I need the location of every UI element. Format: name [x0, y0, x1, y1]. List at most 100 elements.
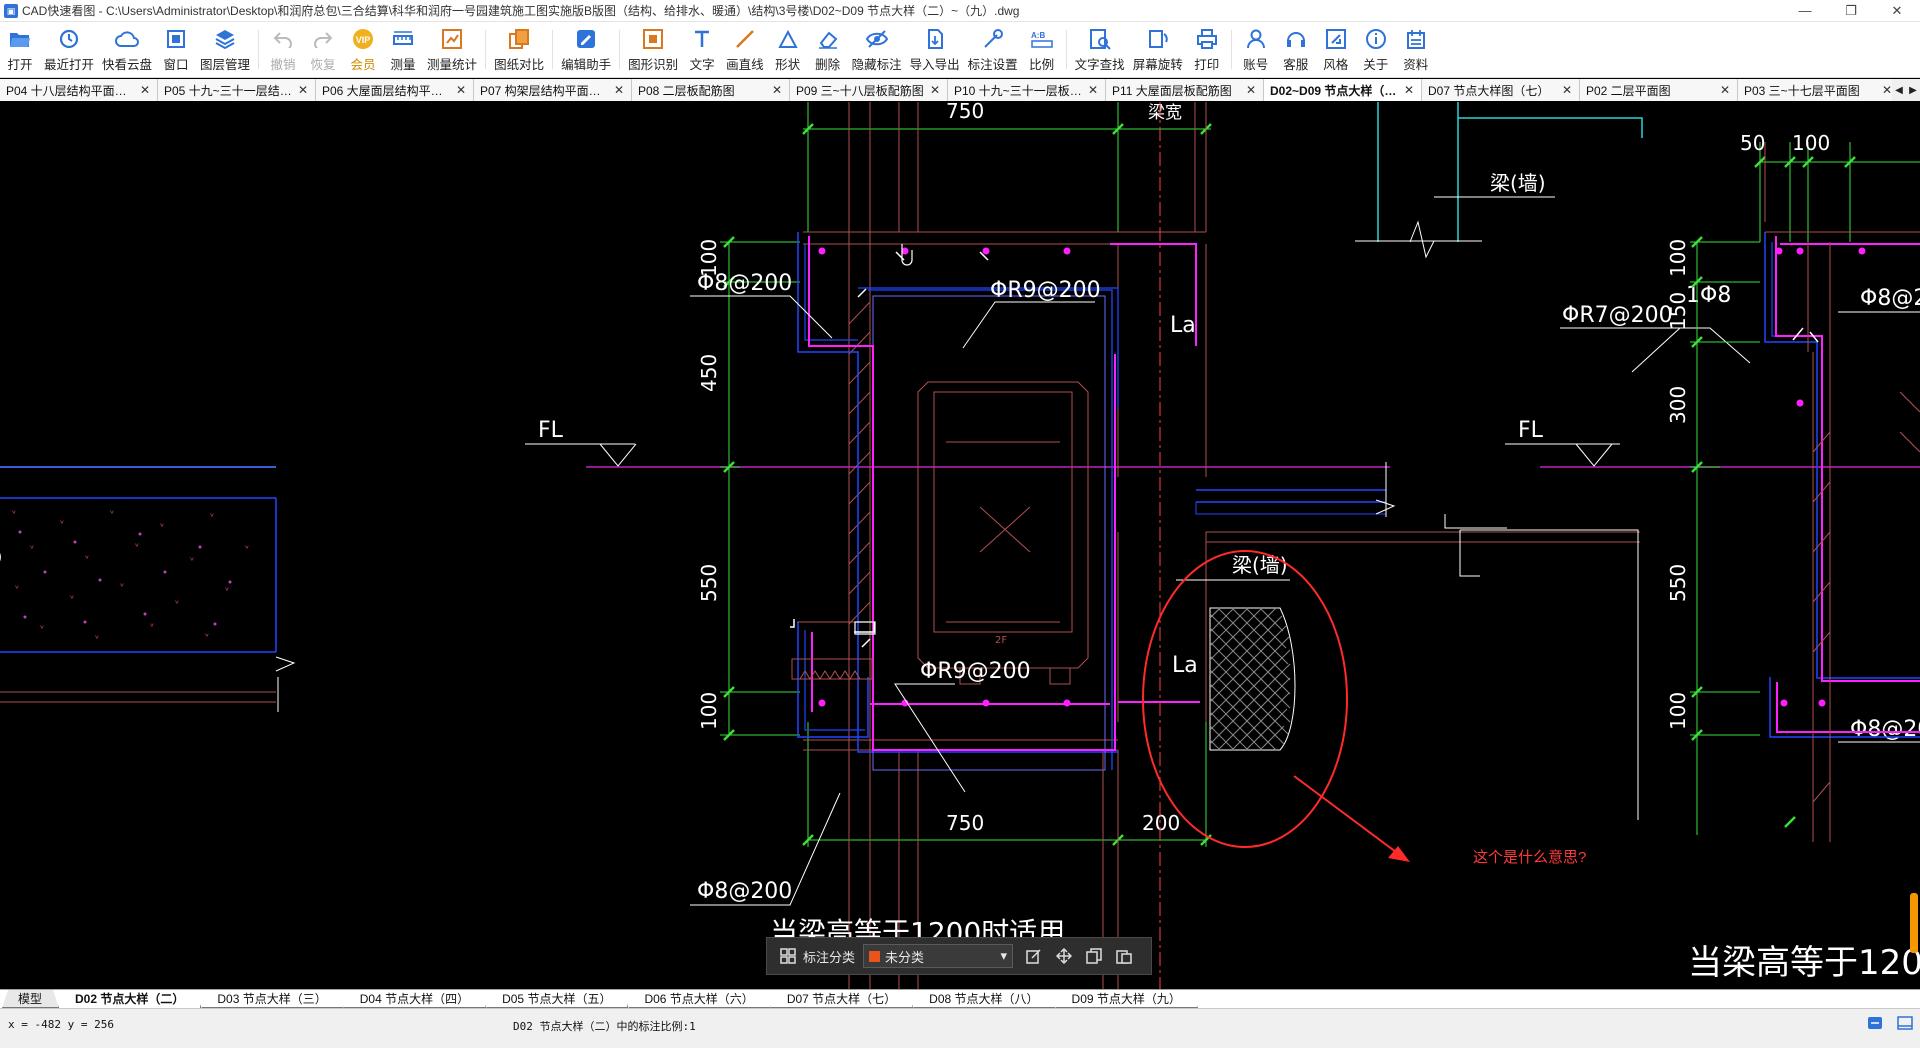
doc-tab-d02-d09[interactable]: D02~D09 节点大样（… ✕	[1264, 79, 1422, 101]
dim-50: 50	[1740, 131, 1765, 155]
doc-tab-p08[interactable]: P08 二层板配筋图 ✕	[632, 79, 790, 101]
window-button[interactable]: 窗口	[156, 22, 196, 77]
close-tab-icon[interactable]: ✕	[297, 83, 309, 97]
rebar-label-phi8-200-bottom: Φ8@200	[697, 879, 792, 904]
close-window-button[interactable]: ✕	[1874, 0, 1920, 22]
drawing-canvas[interactable]: ᵛ ᵛ ᵛ ᵛ ᵛ ᵛ ᵛ ᵛ ᵛ ᵛ ᵛ ᵛ ᵛ ᵛ ᵛ ᵛ ᵛ ᵛ ᵛ ) FL FL	[0, 102, 1920, 989]
style-button[interactable]: 风格	[1316, 22, 1356, 77]
tab-scroll-left-icon[interactable]: ◀	[1895, 85, 1903, 96]
svg-text:ᵛ: ᵛ	[190, 556, 194, 567]
layout-tab-d06[interactable]: D06 节点大样（六）	[628, 990, 770, 1008]
close-tab-icon[interactable]: ✕	[455, 83, 467, 97]
tab-scroll-right-icon[interactable]: ▶	[1909, 85, 1917, 96]
beam-width-label: 梁宽	[1148, 103, 1182, 123]
doc-tab-p05[interactable]: P05 十九~三十一层结… ✕	[158, 79, 316, 101]
main-toolbar: 打开 最近打开 快看云盘 窗口 图层管理 撤销 恢复 VIP 会员 测量 测量统…	[0, 22, 1920, 78]
layout-tab-d04[interactable]: D04 节点大样（四）	[344, 990, 486, 1008]
annotation-category-select[interactable]: 未分类 ▾	[863, 944, 1014, 968]
annotation-settings-button[interactable]: 标注设置	[964, 22, 1022, 77]
dim-150: 150	[1666, 292, 1690, 330]
layout-tab-d05[interactable]: D05 节点大样（五）	[486, 990, 628, 1008]
move-annotation-icon[interactable]	[1053, 945, 1075, 967]
svg-text:ᵛ: ᵛ	[110, 509, 114, 520]
note-bottom-right: 当梁高等于1200时适用	[1688, 943, 1920, 983]
close-tab-icon[interactable]: ✕	[613, 83, 625, 97]
doc-tab-p07[interactable]: P07 构架层结构平面… ✕	[474, 79, 632, 101]
doc-tab-d07[interactable]: D07 节点大样图（七） ✕	[1422, 79, 1580, 101]
window-controls: — ❐ ✕	[1782, 0, 1920, 22]
hide-annotation-button[interactable]: 隐藏标注	[848, 22, 906, 77]
close-tab-icon[interactable]: ✕	[929, 83, 941, 97]
shape-button[interactable]: 形状	[768, 22, 808, 77]
draw-line-button[interactable]: 画直线	[722, 22, 768, 77]
edit-assistant-icon	[574, 27, 598, 51]
vip-button[interactable]: VIP 会员	[343, 22, 383, 77]
svg-text:): )	[0, 547, 2, 566]
open-button[interactable]: 打开	[0, 22, 40, 77]
text-button[interactable]: 文字	[682, 22, 722, 77]
svg-text:ᵛ: ᵛ	[12, 509, 16, 520]
materials-button[interactable]: 资料	[1396, 22, 1436, 77]
close-tab-icon[interactable]: ✕	[1087, 83, 1099, 97]
layout-tab-d09[interactable]: D09 节点大样（九）	[1056, 990, 1198, 1008]
left-section-fragment: ᵛ ᵛ ᵛ ᵛ ᵛ ᵛ ᵛ ᵛ ᵛ ᵛ ᵛ ᵛ ᵛ ᵛ ᵛ ᵛ ᵛ ᵛ ᵛ )	[0, 466, 296, 712]
doc-tab-p09[interactable]: P09 三~十八层板配筋图 ✕	[790, 79, 948, 101]
grid-menu-icon[interactable]	[777, 945, 799, 967]
restore-button[interactable]: ❐	[1828, 0, 1874, 22]
rebar-label-phir9-200-top: ΦR9@200	[990, 278, 1101, 303]
print-button[interactable]: 打印	[1187, 22, 1227, 77]
measure-stats-button[interactable]: 测量统计	[423, 22, 481, 77]
svg-text:ᵛ: ᵛ	[175, 599, 179, 610]
dim-100-e: 100	[1666, 692, 1690, 730]
layout-toggle-icon[interactable]	[1896, 1015, 1914, 1031]
measure-button[interactable]: 测量	[383, 22, 423, 77]
layer-manager-button[interactable]: 图层管理	[196, 22, 254, 77]
drawing-compare-button[interactable]: 图纸对比	[490, 22, 548, 77]
cloud-drive-button[interactable]: 快看云盘	[98, 22, 156, 77]
close-tab-icon[interactable]: ✕	[1403, 83, 1415, 97]
close-tab-icon[interactable]: ✕	[139, 83, 151, 97]
line-icon	[733, 27, 757, 51]
shape-recognition-button[interactable]: 图形识别	[624, 22, 682, 77]
copy-annotation-icon[interactable]	[1083, 945, 1105, 967]
minimize-button[interactable]: —	[1782, 0, 1828, 22]
chevron-down-icon: ▾	[1000, 948, 1008, 963]
paste-annotation-icon[interactable]	[1113, 945, 1135, 967]
folder-open-icon	[8, 27, 32, 51]
recent-open-button[interactable]: 最近打开	[40, 22, 98, 77]
delete-button[interactable]: 删除	[808, 22, 848, 77]
edit-annotation-icon[interactable]	[1023, 945, 1045, 967]
side-handle[interactable]	[1910, 893, 1918, 953]
customer-service-button[interactable]: 客服	[1276, 22, 1316, 77]
layout-tab-d08[interactable]: D08 节点大样（八）	[913, 990, 1055, 1008]
doc-tab-p02[interactable]: P02 二层平面图 ✕	[1580, 79, 1738, 101]
redo-button[interactable]: 恢复	[303, 22, 343, 77]
about-button[interactable]: 关于	[1356, 22, 1396, 77]
edit-assistant-button[interactable]: 编辑助手	[557, 22, 615, 77]
doc-tab-p10[interactable]: P10 十九~三十一层板… ✕	[948, 79, 1106, 101]
account-button[interactable]: 账号	[1236, 22, 1276, 77]
layout-tab-model[interactable]: 模型	[2, 990, 59, 1008]
undo-icon	[271, 27, 295, 51]
close-tab-icon[interactable]: ✕	[771, 83, 783, 97]
layout-tab-d07[interactable]: D07 节点大样（七）	[771, 990, 913, 1008]
rebar-label-phi8-right-top: Φ8@2	[1860, 286, 1920, 311]
doc-tab-p03[interactable]: P03 三~十七层平面图 ✕	[1738, 79, 1900, 101]
doc-tab-p04[interactable]: P04 十八层结构平面… ✕	[0, 79, 158, 101]
scale-button[interactable]: A:B 比例	[1022, 22, 1062, 77]
close-tab-icon[interactable]: ✕	[1719, 83, 1731, 97]
svg-text:ᵛ: ᵛ	[30, 544, 34, 555]
layout-tab-d02[interactable]: D02 节点大样（二）	[59, 990, 201, 1008]
import-export-button[interactable]: 导入导出	[906, 22, 964, 77]
close-tab-icon[interactable]: ✕	[1245, 83, 1257, 97]
close-tab-icon[interactable]: ✕	[1561, 83, 1573, 97]
doc-tab-p11[interactable]: P11 大屋面层板配筋图 ✕	[1106, 79, 1264, 101]
svg-text:ᵛ: ᵛ	[205, 632, 209, 643]
layout-tab-d03[interactable]: D03 节点大样（三）	[201, 990, 343, 1008]
undo-button[interactable]: 撤销	[263, 22, 303, 77]
doc-tab-p06[interactable]: P06 大屋面层结构平… ✕	[316, 79, 474, 101]
rotate-screen-button[interactable]: 屏幕旋转	[1129, 22, 1187, 77]
snap-icon[interactable]	[1866, 1015, 1884, 1031]
text-search-button[interactable]: 文字查找	[1071, 22, 1129, 77]
history-icon	[57, 27, 81, 51]
